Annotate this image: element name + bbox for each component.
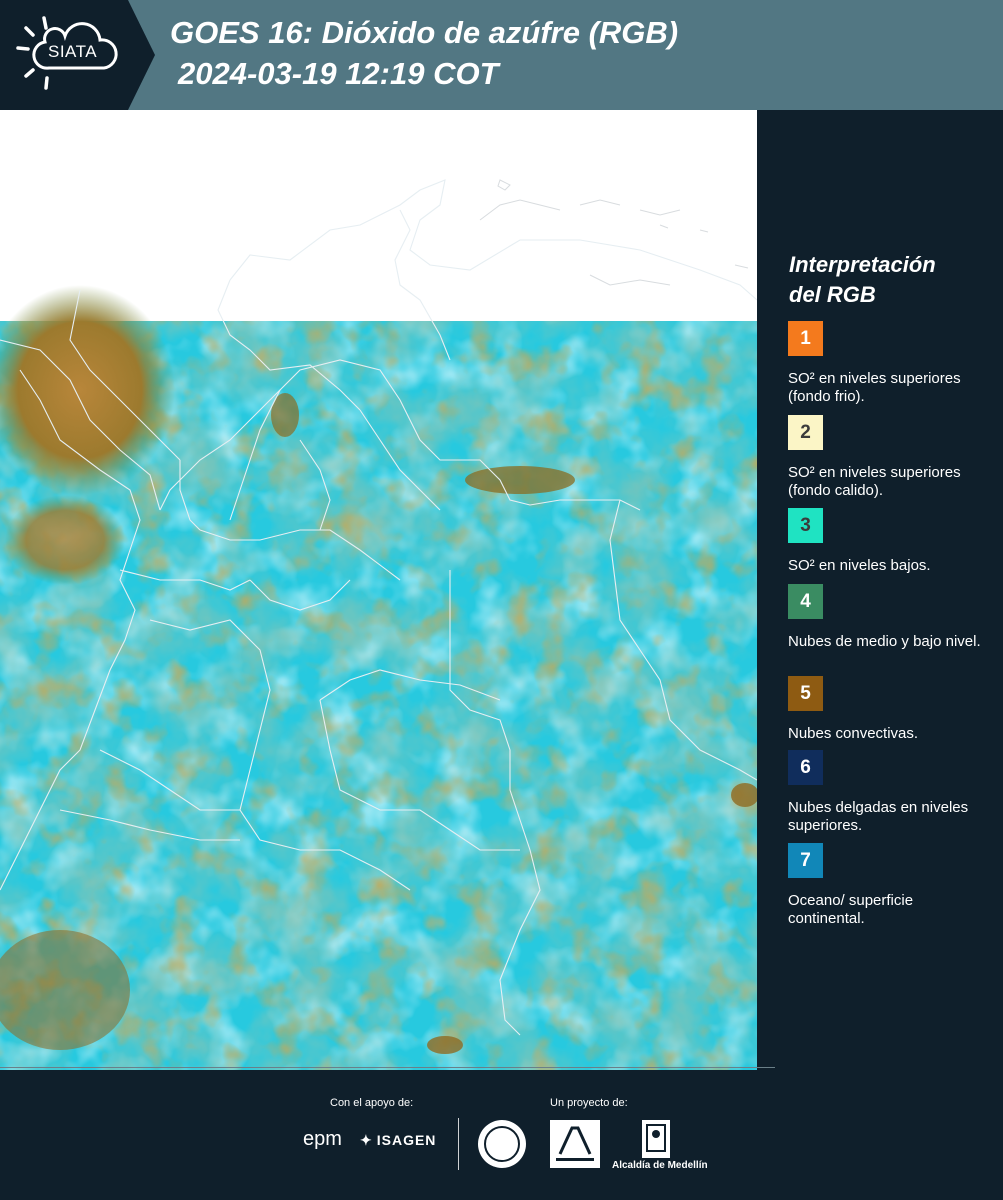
timestamp: 2024-03-19 12:19 COT	[178, 56, 499, 91]
legend-label-4: Nubes de medio y bajo nivel.	[788, 633, 981, 650]
legend-label-1: SO² en niveles superiores (fondo frio).	[788, 370, 961, 405]
legend-item: 2 SO² en niveles superiores (fondo calid…	[788, 415, 988, 500]
isagen-logo: ✦ ISAGEN	[360, 1132, 436, 1149]
support-label: Con el apoyo de:	[330, 1097, 414, 1109]
legend-label-2: SO² en niveles superiores (fondo calido)…	[788, 464, 961, 499]
logo-divider	[458, 1118, 459, 1170]
legend-item: 4 Nubes de medio y bajo nivel.	[788, 584, 988, 651]
coastlines	[479, 179, 749, 286]
legend-item: 3 SO² en niveles bajos.	[788, 508, 988, 575]
rgb-imagery	[0, 285, 757, 1070]
legend-panel: Interpretación del RGB 1 SO² en niveles …	[757, 110, 1003, 1070]
alcaldia-crest-icon	[642, 1120, 670, 1158]
legend-swatch-5: 5	[788, 676, 823, 711]
legend-label-3: SO² en niveles bajos.	[788, 557, 931, 574]
satellite-map	[0, 110, 757, 1070]
legend-swatch-2: 2	[788, 415, 823, 450]
legend-swatch-7: 7	[788, 843, 823, 878]
legend-title: Interpretación del RGB	[789, 250, 989, 310]
legend-swatch-1: 1	[788, 321, 823, 356]
legend-label-6: Nubes delgadas en niveles superiores.	[788, 799, 969, 834]
legend-item: 1 SO² en niveles superiores (fondo frio)…	[788, 321, 988, 406]
logo-text: SIATA	[48, 42, 98, 61]
alcaldia-text: Alcaldía de Medellín	[612, 1160, 708, 1171]
siata-logo: SIATA	[0, 0, 160, 110]
epm-logo: epm	[303, 1128, 342, 1150]
page-title: GOES 16: Dióxido de azúfre (RGB)	[170, 15, 679, 50]
footer-divider	[0, 1067, 775, 1068]
legend-item: 6 Nubes delgadas en niveles superiores.	[788, 750, 988, 835]
footer: Con el apoyo de: Un proyecto de: epm ✦ IS…	[0, 1067, 1003, 1200]
project-label: Un proyecto de:	[550, 1097, 628, 1109]
legend-title-line1: Interpretación	[789, 252, 936, 277]
legend-swatch-6: 6	[788, 750, 823, 785]
medellin-seal-icon	[478, 1120, 526, 1168]
legend-swatch-3: 3	[788, 508, 823, 543]
legend-label-5: Nubes convectivas.	[788, 725, 919, 742]
header-bar: SIATA GOES 16: Dióxido de azúfre (RGB) 2…	[0, 0, 1003, 110]
legend-item: 7 Oceano/ superficie continental.	[788, 843, 988, 928]
legend-item: 5 Nubes convectivas.	[788, 676, 988, 743]
legend-title-line2: del RGB	[789, 282, 876, 307]
isagen-text: ISAGEN	[376, 1132, 437, 1148]
legend-label-7: Oceano/ superficie continental.	[788, 892, 914, 927]
area-metropolitana-logo-icon	[550, 1120, 600, 1168]
legend-swatch-4: 4	[788, 584, 823, 619]
isagen-mark-icon: ✦	[360, 1132, 373, 1148]
